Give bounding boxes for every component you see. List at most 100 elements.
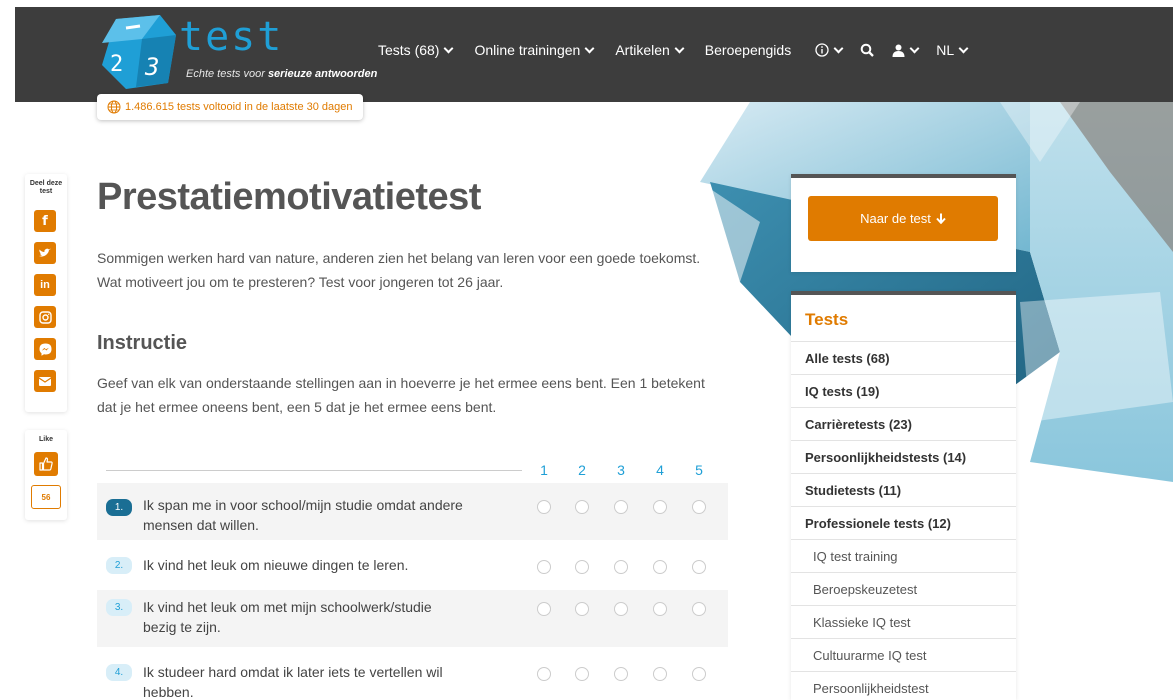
svg-text:3: 3	[144, 53, 159, 81]
messenger-icon	[39, 343, 51, 356]
chevron-down-icon	[674, 43, 685, 53]
answer-radio-1[interactable]	[537, 500, 551, 514]
share-mail-button[interactable]	[34, 370, 56, 392]
chevron-down-icon	[444, 43, 454, 53]
like-label: Like	[38, 436, 53, 443]
question-row-3: 3. Ik vind het leuk om met mijn schoolwe…	[97, 590, 728, 647]
answer-radio-4[interactable]	[653, 560, 667, 574]
twitter-icon	[39, 248, 51, 257]
instruction-text: Geef van elk van onderstaande stellingen…	[97, 375, 705, 415]
answer-radio-3[interactable]	[614, 500, 628, 514]
facebook-icon: f	[42, 213, 48, 229]
sidebar-item-klassieke-iq-test[interactable]: Klassieke IQ test	[791, 605, 1016, 638]
sidebar-item-professionele-tests[interactable]: Professionele tests (12)	[791, 506, 1016, 539]
nav-beroepengids[interactable]: Beroepengids	[705, 42, 791, 58]
search-button[interactable]	[860, 43, 875, 57]
answer-radio-2[interactable]	[575, 560, 589, 574]
answer-radio-5[interactable]	[692, 602, 706, 616]
chevron-down-icon	[584, 43, 595, 53]
sidebar-item-iq-test-training[interactable]: IQ test training	[791, 539, 1016, 572]
question-row-2: 2. Ik vind het leuk om nieuwe dingen te …	[97, 548, 728, 584]
answer-radio-2[interactable]	[575, 602, 589, 616]
share-messenger-button[interactable]	[34, 338, 56, 360]
answer-radio-1[interactable]	[537, 560, 551, 574]
site-header: 2 3 test Echte tests voor serieuze antwo…	[15, 7, 1173, 102]
question-row-4: 4. Ik studeer hard omdat ik later iets t…	[97, 654, 728, 700]
like-button[interactable]	[34, 452, 58, 476]
svg-text:2: 2	[110, 52, 123, 77]
scale-label-5: 5	[695, 462, 703, 478]
logo-cube-icon[interactable]: 2 3	[98, 13, 178, 91]
go-to-test-button[interactable]: Naar de test	[808, 196, 998, 241]
scale-label-1: 1	[540, 462, 548, 478]
answer-radio-3[interactable]	[614, 667, 628, 681]
share-label: Deel deze test	[29, 180, 63, 195]
globe-icon	[107, 100, 121, 114]
answer-radio-1[interactable]	[537, 602, 551, 616]
user-icon	[892, 44, 905, 57]
share-instagram-button[interactable]	[34, 306, 56, 328]
language-select[interactable]: NL	[936, 42, 969, 58]
info-menu[interactable]	[815, 43, 844, 57]
linkedin-icon: in	[40, 279, 50, 291]
share-bar: Deel deze test f in	[25, 174, 67, 412]
tagline: Echte tests voor serieuze antwoorden	[186, 68, 378, 80]
info-icon	[815, 43, 829, 57]
intro-text: Sommigen werken hard van nature, anderen…	[97, 250, 701, 290]
sidebar-item-persoonlijkheidstests[interactable]: Persoonlijkheidstests (14)	[791, 440, 1016, 473]
share-facebook-button[interactable]: f	[34, 210, 56, 232]
cta-box: Naar de test	[791, 174, 1016, 272]
answer-radio-3[interactable]	[614, 602, 628, 616]
user-menu[interactable]	[892, 43, 920, 57]
question-number: 4.	[106, 664, 132, 681]
answer-radio-4[interactable]	[653, 667, 667, 681]
tests-sidebar: Tests Alle tests (68) IQ tests (19) Carr…	[791, 291, 1016, 700]
instagram-icon	[38, 310, 52, 324]
share-linkedin-button[interactable]: in	[34, 274, 56, 296]
sidebar-item-cultuurarme-iq-test[interactable]: Cultuurarme IQ test	[791, 638, 1016, 671]
sidebar-item-studietests[interactable]: Studietests (11)	[791, 473, 1016, 506]
instruction-heading: Instructie	[97, 332, 188, 354]
question-number: 3.	[106, 599, 132, 616]
answer-radio-5[interactable]	[692, 500, 706, 514]
tests-completed-counter: 1.486.615 tests voltooid in de laatste 3…	[97, 94, 363, 120]
answer-radio-5[interactable]	[692, 667, 706, 681]
logo-text[interactable]: test	[179, 17, 283, 57]
question-row-1: 1. Ik span me in voor school/mijn studie…	[97, 483, 728, 540]
answer-radio-5[interactable]	[692, 560, 706, 574]
arrow-down-icon	[936, 213, 946, 224]
question-text: Ik vind het leuk om met mijn schoolwerk/…	[143, 599, 432, 635]
sidebar-item-alle-tests[interactable]: Alle tests (68)	[791, 341, 1016, 374]
scale-label-2: 2	[578, 462, 586, 478]
answer-radio-2[interactable]	[575, 500, 589, 514]
scale-divider	[106, 470, 522, 471]
scale-label-3: 3	[617, 462, 625, 478]
sidebar-item-persoonlijkheidstest[interactable]: Persoonlijkheidstest	[791, 671, 1016, 700]
question-text: Ik span me in voor school/mijn studie om…	[143, 497, 463, 533]
answer-radio-2[interactable]	[575, 667, 589, 681]
sidebar-item-carrieretests[interactable]: Carrièretests (23)	[791, 407, 1016, 440]
tests-title: Tests	[805, 310, 849, 329]
answer-radio-4[interactable]	[653, 500, 667, 514]
top-strip	[0, 0, 1173, 7]
question-number: 2.	[106, 557, 132, 574]
chevron-down-icon	[833, 43, 844, 53]
nav-artikelen[interactable]: Artikelen	[615, 42, 685, 58]
like-box: Like 56	[25, 430, 67, 520]
question-text: Ik studeer hard omdat ik later iets te v…	[143, 664, 443, 700]
search-icon	[860, 43, 875, 57]
nav-online-trainingen[interactable]: Online trainingen	[474, 42, 595, 58]
answer-radio-3[interactable]	[614, 560, 628, 574]
chevron-down-icon	[958, 43, 969, 53]
question-text: Ik vind het leuk om nieuwe dingen te ler…	[143, 557, 409, 573]
sidebar-item-beroepskeuzetest[interactable]: Beroepskeuzetest	[791, 572, 1016, 605]
question-number: 1.	[106, 499, 132, 516]
nav-tests[interactable]: Tests (68)	[378, 42, 454, 58]
scale-label-4: 4	[656, 462, 664, 478]
share-twitter-button[interactable]	[34, 242, 56, 264]
answer-radio-1[interactable]	[537, 667, 551, 681]
main-nav: Tests (68) Online trainingen Artikelen B…	[378, 40, 989, 60]
answer-radio-4[interactable]	[653, 602, 667, 616]
sidebar-item-iq-tests[interactable]: IQ tests (19)	[791, 374, 1016, 407]
thumbs-up-icon	[39, 457, 53, 471]
